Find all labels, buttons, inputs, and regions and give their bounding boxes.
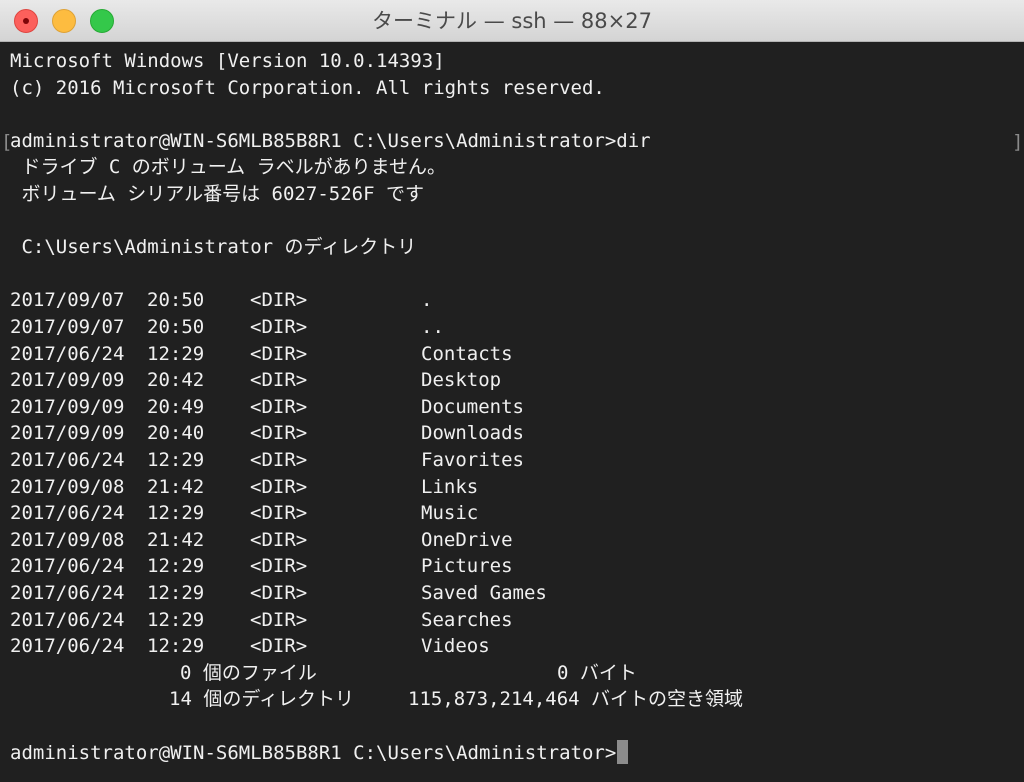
entry-name: Favorites bbox=[421, 449, 524, 471]
final-prompt-line: administrator@WIN-S6MLB85B8R1 C:\Users\A… bbox=[10, 739, 629, 767]
terminal-window: ターミナル — ssh — 88×27 Microsoft Windows [V… bbox=[0, 0, 1024, 782]
summary-files-bytes: 0 バイト bbox=[557, 661, 637, 684]
entry-dir-tag: <DIR> bbox=[250, 608, 308, 631]
entry-date: 2017/06/24 bbox=[10, 449, 125, 471]
volume-label-line: ドライブ C のボリューム ラベルがありません。 bbox=[10, 156, 447, 179]
entry-time: 12:29 bbox=[147, 608, 205, 631]
entry-name: Saved Games bbox=[421, 582, 547, 604]
entry-time: 12:29 bbox=[147, 449, 205, 471]
terminal-output[interactable]: Microsoft Windows [Version 10.0.14393] (… bbox=[0, 42, 1024, 782]
entry-time: 12:29 bbox=[147, 342, 205, 365]
entry-name: Downloads bbox=[421, 422, 524, 445]
entry-dir-tag: <DIR> bbox=[250, 582, 308, 604]
command: dir bbox=[616, 129, 651, 152]
entry-date: 2017/09/08 bbox=[10, 475, 125, 498]
entry-dir-tag: <DIR> bbox=[250, 395, 308, 418]
entry-time: 12:29 bbox=[147, 582, 205, 604]
entry-date: 2017/06/24 bbox=[10, 342, 125, 365]
entry-date: 2017/09/07 bbox=[10, 316, 125, 338]
title-bar[interactable]: ターミナル — ssh — 88×27 bbox=[0, 0, 1024, 42]
text-cursor bbox=[617, 739, 629, 764]
entry-time: 21:42 bbox=[147, 528, 205, 551]
entry-name: .. bbox=[421, 316, 444, 338]
prompt: administrator@WIN-S6MLB85B8R1 C:\Users\A… bbox=[10, 129, 617, 152]
entry-name: Pictures bbox=[421, 555, 513, 578]
entry-date: 2017/06/24 bbox=[10, 582, 125, 604]
entry-date: 2017/06/24 bbox=[10, 635, 125, 658]
entry-dir-tag: <DIR> bbox=[250, 475, 308, 498]
header-line: (c) 2016 Microsoft Corporation. All righ… bbox=[10, 76, 605, 99]
summary-dirs-line: 14 個のディレクトリ 115,873,214,464 バイトの空き領域 bbox=[10, 686, 743, 713]
directory-of-line: C:\Users\Administrator のディレクトリ bbox=[10, 236, 417, 259]
summary-dirs-count: 14 個のディレクトリ bbox=[169, 688, 354, 711]
window-title: ターミナル — ssh — 88×27 bbox=[372, 9, 652, 33]
entry-date: 2017/06/24 bbox=[10, 502, 125, 525]
command-line: administrator@WIN-S6MLB85B8R1 C:\Users\A… bbox=[10, 128, 651, 155]
summary-files-line: 0 個のファイル 0 バイト bbox=[10, 660, 637, 687]
entry-date: 2017/09/07 bbox=[10, 289, 125, 312]
entry-name: Desktop bbox=[421, 369, 502, 392]
header-line: Microsoft Windows [Version 10.0.14393] bbox=[10, 50, 445, 72]
entry-time: 12:29 bbox=[147, 502, 205, 525]
selection-bracket-right: ] bbox=[1012, 131, 1024, 153]
entry-date: 2017/09/09 bbox=[10, 395, 125, 418]
entry-name: Videos bbox=[421, 635, 490, 658]
entry-dir-tag: <DIR> bbox=[250, 316, 308, 338]
entry-name: Searches bbox=[421, 608, 513, 631]
entry-name: OneDrive bbox=[421, 528, 513, 551]
entry-time: 20:49 bbox=[147, 395, 205, 418]
entry-dir-tag: <DIR> bbox=[250, 342, 308, 365]
entry-date: 2017/09/09 bbox=[10, 422, 125, 445]
entry-name: Contacts bbox=[421, 342, 513, 365]
entry-date: 2017/06/24 bbox=[10, 608, 125, 631]
entry-name: . bbox=[421, 289, 433, 312]
summary-dirs-free: 115,873,214,464 バイトの空き領域 bbox=[408, 688, 744, 711]
entry-time: 20:50 bbox=[147, 316, 205, 338]
entry-dir-tag: <DIR> bbox=[250, 449, 308, 471]
entry-time: 20:40 bbox=[147, 422, 205, 445]
entry-dir-tag: <DIR> bbox=[250, 555, 308, 578]
entry-time: 21:42 bbox=[147, 475, 205, 498]
entry-dir-tag: <DIR> bbox=[250, 369, 308, 392]
entry-dir-tag: <DIR> bbox=[250, 635, 308, 658]
entry-name: Links bbox=[421, 475, 479, 498]
entry-name: Documents bbox=[421, 395, 524, 418]
entry-time: 12:29 bbox=[147, 555, 205, 578]
entry-name: Music bbox=[421, 502, 479, 525]
final-prompt: administrator@WIN-S6MLB85B8R1 C:\Users\A… bbox=[10, 741, 617, 764]
volume-serial-line: ボリューム シリアル番号は 6027-526F です bbox=[10, 183, 424, 205]
entry-dir-tag: <DIR> bbox=[250, 422, 308, 445]
entry-dir-tag: <DIR> bbox=[250, 289, 308, 312]
entry-time: 12:29 bbox=[147, 635, 205, 658]
entry-date: 2017/09/08 bbox=[10, 528, 125, 551]
entry-date: 2017/06/24 bbox=[10, 555, 125, 578]
entry-dir-tag: <DIR> bbox=[250, 528, 308, 551]
entry-date: 2017/09/09 bbox=[10, 369, 125, 392]
entry-time: 20:42 bbox=[147, 369, 205, 392]
summary-files-count: 0 個のファイル bbox=[180, 661, 317, 684]
entry-time: 20:50 bbox=[147, 289, 205, 312]
entry-dir-tag: <DIR> bbox=[250, 502, 308, 525]
